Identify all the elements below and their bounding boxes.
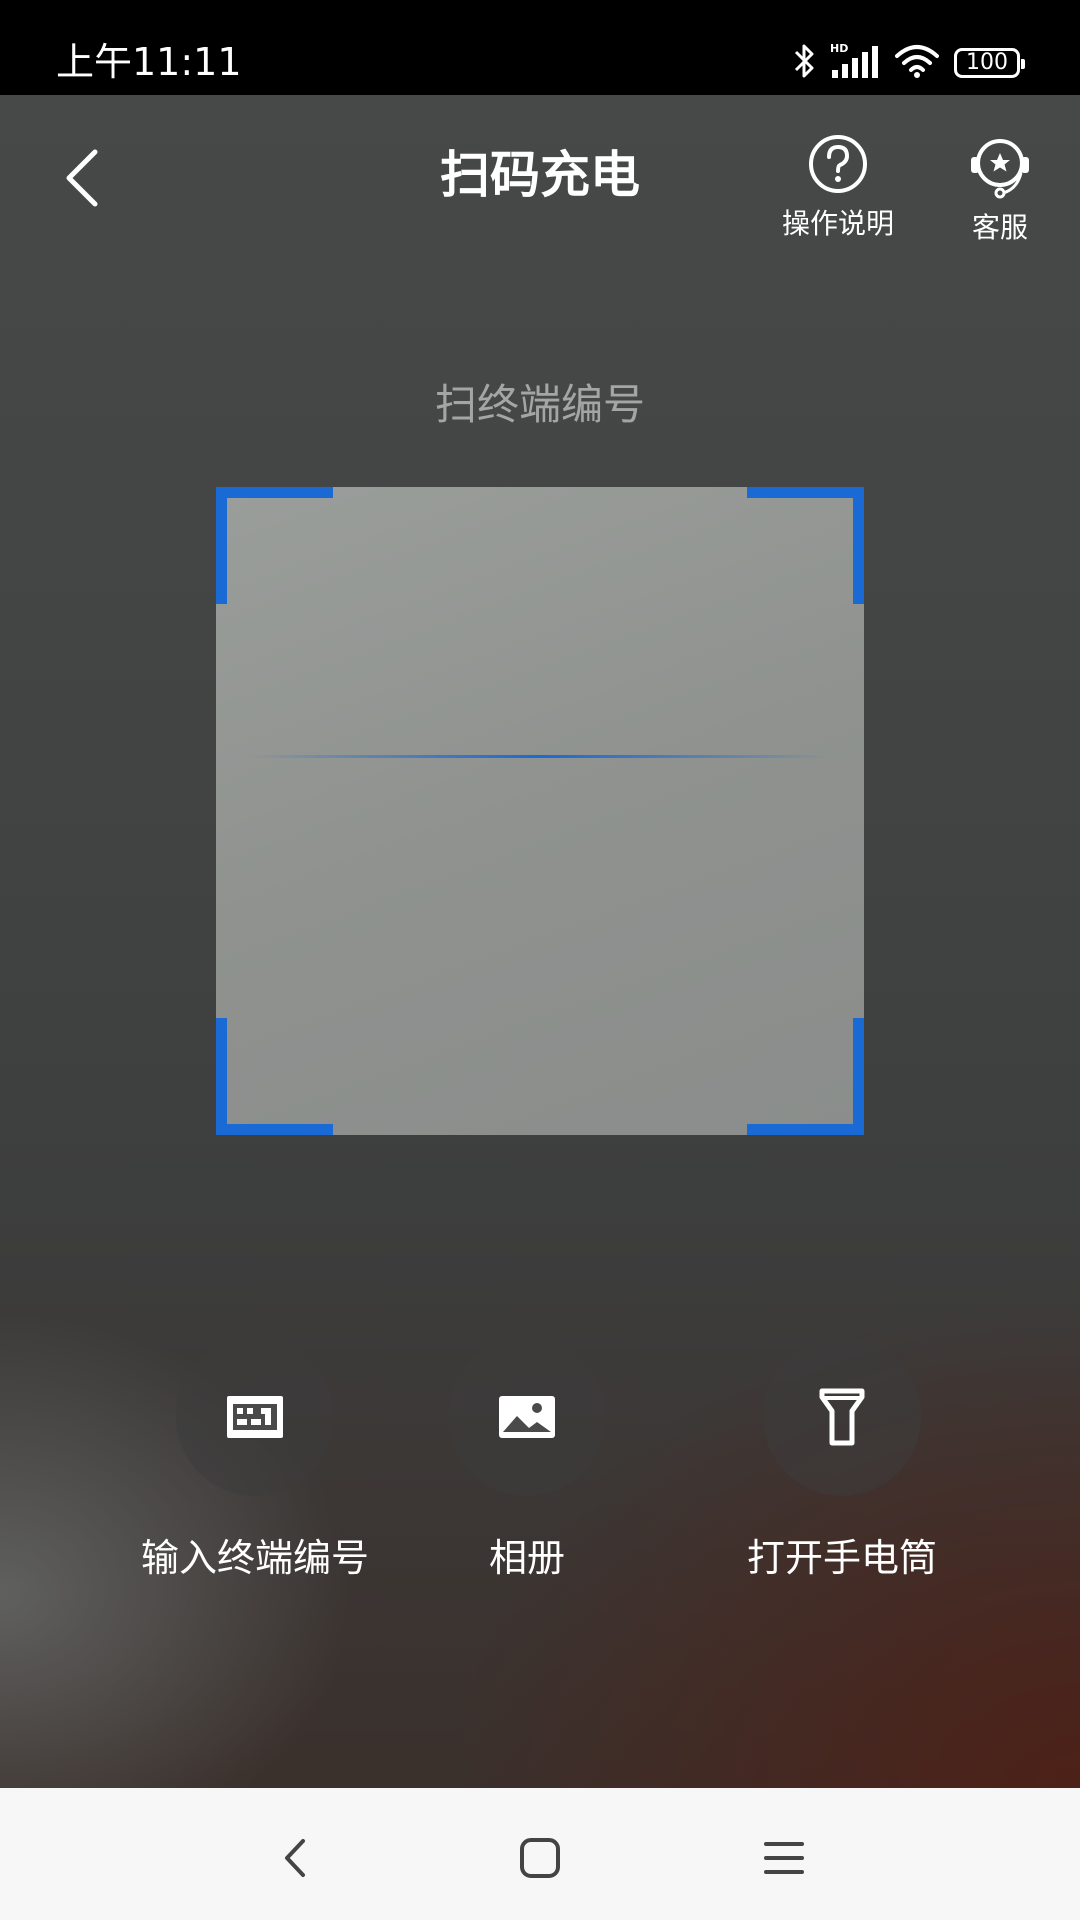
battery-icon: 100 [954, 48, 1025, 78]
nav-menu-button[interactable] [744, 1818, 824, 1898]
help-button[interactable]: 操作说明 [768, 133, 908, 241]
customer-service-button[interactable]: 客服 [930, 133, 1070, 245]
album-label: 相册 [488, 1536, 565, 1580]
nav-home-button[interactable] [500, 1818, 580, 1898]
status-icons: HD 100 [792, 42, 1025, 84]
headset-icon [971, 139, 1029, 199]
scan-corner-top-right [747, 487, 864, 604]
home-icon [520, 1838, 560, 1878]
scan-corner-bottom-right [747, 1018, 864, 1135]
flashlight-icon [819, 1388, 865, 1446]
navigation-bar [0, 1788, 1080, 1920]
wifi-icon [894, 44, 940, 82]
keyboard-icon [227, 1396, 283, 1438]
scan-corner-bottom-left [216, 1018, 333, 1135]
bluetooth-icon [792, 43, 816, 83]
page-title: 扫码充电 [440, 146, 640, 204]
scan-line [246, 755, 834, 758]
flashlight-button[interactable]: 打开手电筒 [702, 1338, 982, 1582]
input-terminal-number-button[interactable]: 输入终端编号 [115, 1338, 395, 1582]
service-label: 客服 [971, 211, 1028, 244]
status-time: 上午11:11 [56, 40, 242, 84]
flashlight-action-circle [763, 1338, 921, 1496]
image-icon [499, 1396, 555, 1438]
menu-icon [764, 1842, 804, 1874]
question-mark-icon [809, 135, 867, 193]
album-action-circle [448, 1338, 606, 1496]
back-icon [285, 1839, 305, 1877]
status-bar: 上午11:11 HD 100 [0, 0, 1080, 95]
help-label: 操作说明 [781, 207, 894, 240]
input-terminal-number-label: 输入终端编号 [140, 1536, 369, 1580]
scan-hint: 扫终端编号 [434, 380, 645, 429]
nav-back-button[interactable] [255, 1818, 335, 1898]
input-action-circle [176, 1338, 334, 1496]
svg-text:HD: HD [830, 42, 848, 55]
screen: 上午11:11 HD 100 扫码充电 操作说明 客服 扫终端编号 输入终端编号… [0, 0, 1080, 1920]
scan-frame [216, 487, 864, 1135]
hd-signal-icon: HD [830, 42, 880, 84]
scan-corner-top-left [216, 487, 333, 604]
flashlight-label: 打开手电筒 [746, 1536, 937, 1580]
album-button[interactable]: 相册 [387, 1338, 667, 1582]
